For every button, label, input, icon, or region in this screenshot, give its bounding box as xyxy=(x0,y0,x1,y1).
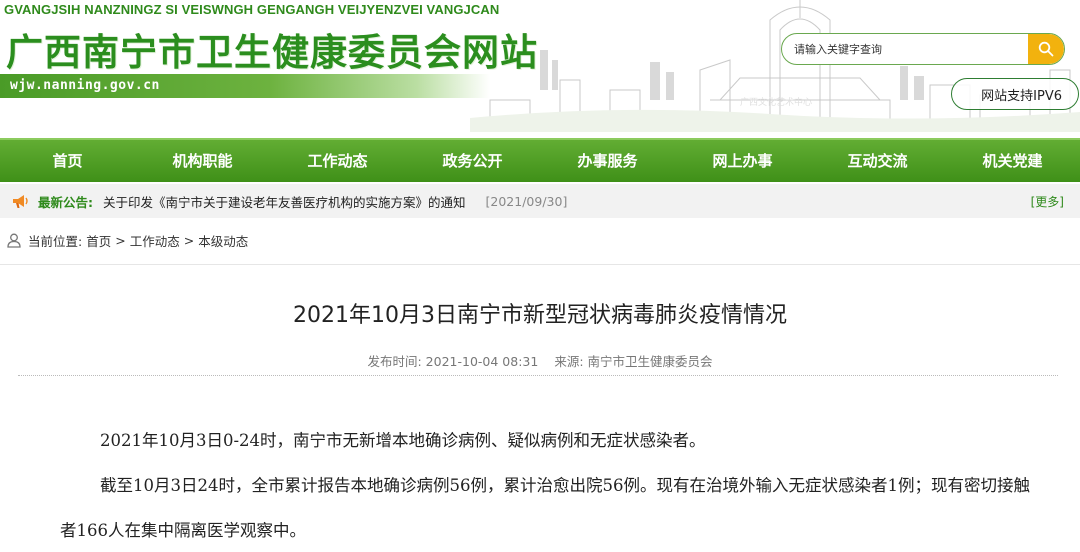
breadcrumb-prefix: 当前位置: xyxy=(28,233,83,249)
nav-item-services[interactable]: 办事服务 xyxy=(540,140,675,182)
notice-date: [2021/09/30] xyxy=(485,193,568,209)
breadcrumb-separator: > xyxy=(183,232,195,248)
article-source: 来源: 南宁市卫生健康委员会 xyxy=(554,354,713,369)
nav-item-government-affairs[interactable]: 政务公开 xyxy=(405,140,540,182)
breadcrumb-local-news[interactable]: 本级动态 xyxy=(198,231,248,250)
search-icon xyxy=(1038,41,1054,57)
breadcrumb: 当前位置: 首页 > 工作动态 > 本级动态 xyxy=(6,230,248,250)
main-nav: 首页 机构职能 工作动态 政务公开 办事服务 网上办事 互动交流 机关党建 xyxy=(0,138,1080,182)
nav-item-party-building[interactable]: 机关党建 xyxy=(945,140,1080,182)
svg-text:广西文化艺术中心: 广西文化艺术中心 xyxy=(740,96,812,108)
article-paragraph: 2021年10月3日0-24时，南宁市无新增本地确诊病例、疑似病例和无症状感染者… xyxy=(100,431,706,450)
nav-item-interaction[interactable]: 互动交流 xyxy=(810,140,945,182)
breadcrumb-home[interactable]: 首页 xyxy=(86,231,111,250)
article-meta: 发布时间: 2021-10-04 08:31 来源: 南宁市卫生健康委员会 xyxy=(0,351,1080,370)
nav-item-home[interactable]: 首页 xyxy=(0,140,135,182)
publish-time: 发布时间: 2021-10-04 08:31 xyxy=(367,354,539,369)
notice-label: 最新公告: xyxy=(38,194,93,210)
nav-item-work-news[interactable]: 工作动态 xyxy=(270,140,405,182)
zhuang-language-title: GVANGJSIH NANZNINGZ SI VEISWNGH GENGANGH… xyxy=(4,2,500,17)
notice-bar: 最新公告: 关于印发《南宁市关于建设老年友善医疗机构的实施方案》的通知 [202… xyxy=(0,184,1080,218)
divider xyxy=(18,375,1058,376)
nav-item-functions[interactable]: 机构职能 xyxy=(135,140,270,182)
breadcrumb-separator: > xyxy=(115,232,126,248)
site-title: 广西南宁市卫生健康委员会网站 xyxy=(6,31,538,74)
search-box xyxy=(781,33,1065,65)
article: 2021年10月3日南宁市新型冠状病毒肺炎疫情情况 发布时间: 2021-10-… xyxy=(0,264,1080,552)
domain-banner: wjw.nanning.gov.cn xyxy=(0,74,490,98)
article-paragraph: 截至10月3日24时，全市累计报告本地确诊病例56例，累计治愈出院56例。现有在… xyxy=(60,476,1030,540)
skyline-illustration: 广西文化艺术中心 xyxy=(470,0,1080,132)
article-title: 2021年10月3日南宁市新型冠状病毒肺炎疫情情况 xyxy=(293,303,787,328)
site-domain: wjw.nanning.gov.cn xyxy=(10,78,160,93)
site-header: 广西文化艺术中心 GVANGJSIH NANZNINGZ SI VEISWNGH… xyxy=(0,0,1080,138)
ipv6-support-badge[interactable]: 网站支持IPV6 xyxy=(951,78,1079,110)
breadcrumb-work-news[interactable]: 工作动态 xyxy=(130,231,180,250)
location-user-icon xyxy=(7,233,21,248)
megaphone-icon xyxy=(13,195,28,208)
nav-item-online-services[interactable]: 网上办事 xyxy=(675,140,810,182)
more-link[interactable]: [更多] xyxy=(1031,193,1064,210)
notice-link[interactable]: 关于印发《南宁市关于建设老年友善医疗机构的实施方案》的通知 xyxy=(103,192,466,211)
search-button[interactable] xyxy=(1028,34,1064,64)
search-input[interactable] xyxy=(794,34,1024,64)
